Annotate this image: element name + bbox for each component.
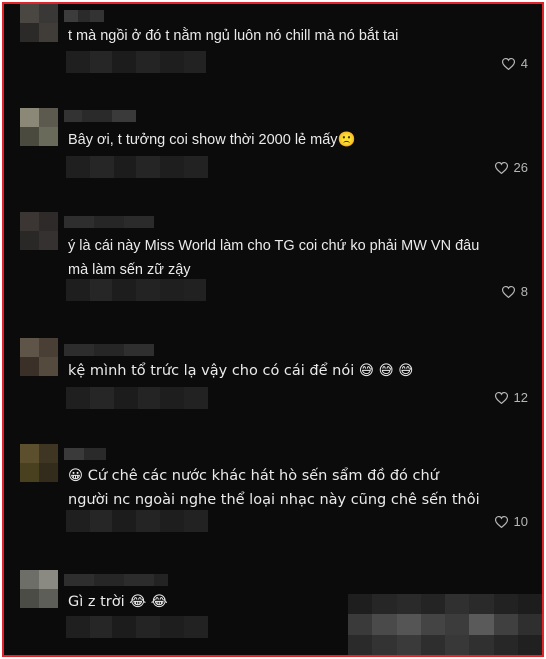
comment-meta-blurred (66, 616, 208, 638)
like-count: 4 (520, 56, 528, 71)
username-blurred[interactable] (64, 110, 136, 122)
comment-meta-blurred (66, 51, 206, 73)
comment-meta-blurred (66, 510, 208, 532)
comment-text-content: kệ mình tổ trức lạ vậy cho có cái để nói… (68, 363, 414, 379)
avatar[interactable] (20, 212, 58, 250)
comment-text: t mà ngồi ở đó t nằm ngủ luôn nó chill m… (68, 28, 399, 44)
comments-panel: t mà ngồi ở đó t nằm ngủ luôn nó chill m… (2, 2, 544, 657)
comment-text-content: 😀 Cứ chê các nước khác hát hò sến sẩm đồ… (68, 468, 480, 508)
avatar[interactable] (20, 444, 58, 482)
comment-text: ý là cái này Miss World làm cho TG coi c… (68, 238, 480, 278)
comment-meta-blurred (66, 387, 208, 409)
heart-outline-icon (501, 57, 515, 70)
comment-meta-blurred (66, 279, 206, 301)
like-button[interactable]: 12 (494, 390, 528, 405)
heart-outline-icon (501, 285, 515, 298)
username-blurred[interactable] (64, 344, 154, 356)
username-blurred[interactable] (64, 574, 168, 586)
heart-outline-icon (494, 391, 508, 404)
avatar[interactable] (20, 4, 58, 42)
avatar[interactable] (20, 338, 58, 376)
comment-meta-blurred (66, 156, 208, 178)
username-blurred[interactable] (64, 448, 106, 460)
comment-text: 😀 Cứ chê các nước khác hát hò sến sẩm đồ… (68, 464, 482, 512)
heart-outline-icon (494, 161, 508, 174)
like-button[interactable]: 10 (494, 514, 528, 529)
like-count: 12 (513, 390, 528, 405)
avatar[interactable] (20, 570, 58, 608)
username-blurred[interactable] (64, 216, 154, 228)
comment-text: Bây ơi, t tưởng coi show thời 2000 lẻ mấ… (68, 132, 356, 148)
pixelated-overlay (348, 594, 542, 655)
avatar[interactable] (20, 108, 58, 146)
comment-text-content: Gì z trời 😂 😂 (68, 594, 168, 610)
like-button[interactable]: 8 (501, 284, 528, 299)
comment-text: kệ mình tổ trức lạ vậy cho có cái để nói… (68, 359, 482, 383)
like-count: 8 (520, 284, 528, 299)
username-blurred[interactable] (64, 10, 104, 22)
like-button[interactable]: 26 (494, 160, 528, 175)
like-count: 10 (513, 514, 528, 529)
like-count: 26 (513, 160, 528, 175)
heart-outline-icon (494, 515, 508, 528)
like-button[interactable]: 4 (501, 56, 528, 71)
